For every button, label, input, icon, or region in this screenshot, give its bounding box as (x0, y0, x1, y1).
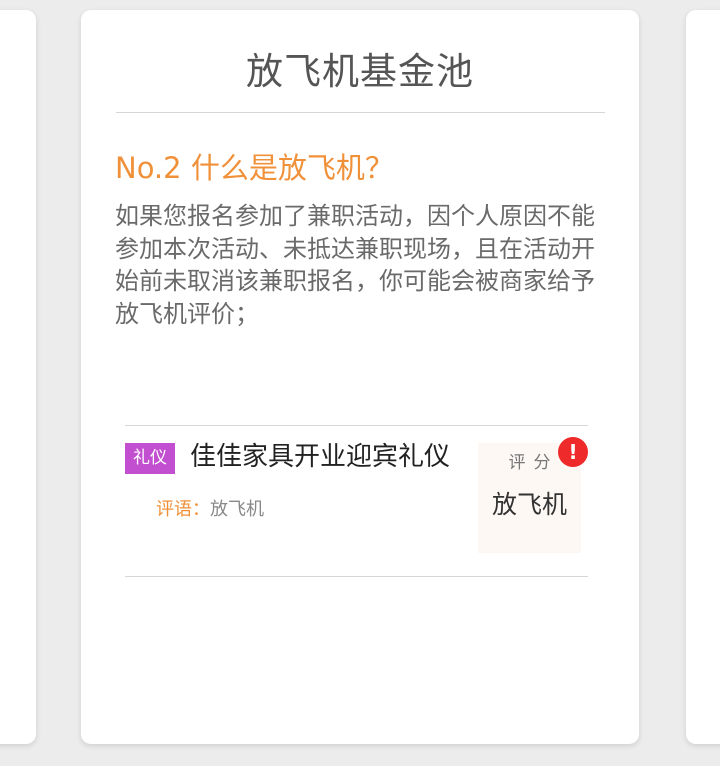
example-divider-top (125, 425, 588, 426)
next-card-peek[interactable] (686, 10, 720, 744)
comment-label: 评语： (156, 499, 210, 520)
exclamation-icon: ! (558, 437, 588, 467)
info-card: 放飞机基金池 No.2 什么是放飞机？ 如果您报名参加了兼职活动，因个人原因不能… (81, 10, 639, 744)
carousel[interactable]: 放飞机基金池 No.2 什么是放飞机？ 如果您报名参加了兼职活动，因个人原因不能… (0, 0, 720, 766)
score-value: 放飞机 (491, 490, 567, 519)
previous-card-peek[interactable] (0, 10, 36, 744)
question-body: 如果您报名参加了兼职活动，因个人原因不能参加本次活动、未抵达兼职现场，且在活动开… (115, 202, 595, 328)
question-heading: No.2 什么是放飞机？ (115, 151, 394, 185)
comment-row: 评语：放飞机 (156, 497, 264, 523)
title-divider (116, 112, 605, 113)
job-category-tag: 礼仪 (125, 443, 175, 474)
comment-value: 放飞机 (210, 499, 264, 520)
example-divider-bottom (125, 576, 588, 577)
job-title: 佳佳家具开业迎宾礼仪 (190, 442, 451, 472)
card-title: 放飞机基金池 (246, 50, 474, 93)
